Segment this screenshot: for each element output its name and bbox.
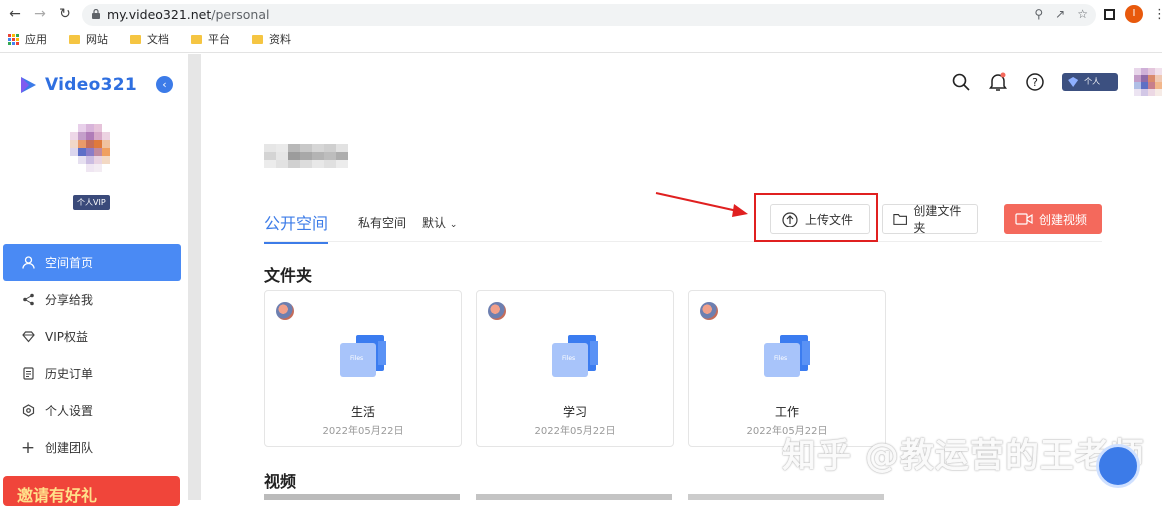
folder-outline-icon <box>893 213 907 225</box>
video-thumbnails-row <box>264 494 1162 500</box>
svg-text:Files: Files <box>350 355 363 362</box>
folders-section-title: 文件夹 <box>264 266 313 285</box>
header-toolbar: ? 个人VIP <box>950 68 1162 104</box>
plus-icon: + <box>20 437 36 458</box>
svg-text:Files: Files <box>562 355 575 362</box>
sidebar-item-label: 空间首页 <box>45 256 94 270</box>
vip-badge: 个人VIP <box>73 195 110 210</box>
settings-icon <box>21 404 35 418</box>
menu-dots-icon[interactable]: ⋮ <box>1153 7 1162 22</box>
notification-bell-icon[interactable] <box>987 71 1008 93</box>
sidebar-item-label: 历史订单 <box>45 367 94 381</box>
folder-list: Files 生活 2022年05月22日 Files 学习 2022年05月22… <box>264 290 886 447</box>
sort-dropdown[interactable]: 默认 ⌄ <box>422 214 457 231</box>
profile-avatar[interactable]: I <box>1125 5 1143 23</box>
forward-icon[interactable]: → <box>31 5 49 23</box>
share-page-icon[interactable]: ↗ <box>1055 7 1065 21</box>
space-name-redacted <box>264 144 358 168</box>
owner-avatar <box>488 302 506 320</box>
folder-date: 2022年05月22日 <box>322 426 404 437</box>
sidebar-item-label: 个人设置 <box>45 404 94 418</box>
folder-card[interactable]: Files 生活 2022年05月22日 <box>264 290 462 447</box>
sidebar-item-create-team[interactable]: + 创建团队 <box>3 429 181 466</box>
user-icon <box>21 256 35 270</box>
bookmark-folder[interactable]: 网站 <box>69 31 108 47</box>
videos-section-title: 视频 <box>264 472 297 491</box>
owner-avatar <box>700 302 718 320</box>
owner-avatar <box>276 302 294 320</box>
floating-help-button[interactable] <box>1096 444 1140 488</box>
folder-file-icon: Files <box>340 335 386 377</box>
search-icon[interactable] <box>950 71 971 93</box>
create-folder-button[interactable]: 创建文件夹 <box>882 204 978 235</box>
sidebar-item-shared[interactable]: 分享给我 <box>3 281 181 318</box>
sidebar-item-orders[interactable]: 历史订单 <box>3 355 181 392</box>
extension-icon[interactable] <box>1104 8 1115 20</box>
share-icon <box>21 293 35 307</box>
sidebar-item-label: VIP权益 <box>45 330 88 344</box>
bookmark-star-icon[interactable]: ☆ <box>1077 7 1088 21</box>
svg-text:Files: Files <box>774 355 787 362</box>
zoom-icon[interactable]: ⚲ <box>1034 7 1043 21</box>
chevron-down-icon: ⌄ <box>449 220 458 230</box>
bookmarks-bar: 应用 网站 文档 平台 资料 <box>8 31 313 47</box>
collapse-sidebar-button[interactable]: ‹ <box>156 76 173 93</box>
video-logo-icon <box>21 77 36 93</box>
folder-file-icon: Files <box>552 335 598 377</box>
create-video-button[interactable]: 创建视频 <box>1004 204 1102 234</box>
sidebar-item-settings[interactable]: 个人设置 <box>3 392 181 429</box>
folder-icon <box>252 34 263 44</box>
logo[interactable]: Video321 <box>17 74 137 96</box>
annotation-arrow <box>655 192 748 217</box>
avatar[interactable] <box>70 124 118 172</box>
bookmark-folder[interactable]: 文档 <box>130 31 169 47</box>
vip-status-badge[interactable]: 个人VIP <box>1062 73 1118 104</box>
sidebar-item-label: 分享给我 <box>45 293 94 307</box>
folder-file-icon: Files <box>764 335 810 377</box>
folder-icon <box>69 34 80 44</box>
reload-icon[interactable]: ↻ <box>56 5 74 23</box>
help-icon[interactable]: ? <box>1025 71 1046 93</box>
bookmark-apps[interactable]: 应用 <box>8 31 47 47</box>
order-icon <box>21 367 35 381</box>
sidebar: Video321 ‹ 个人VIP 空间首页 分享给我 VIP权益 历史订单 个人… <box>0 54 188 506</box>
back-icon[interactable]: ← <box>6 5 24 23</box>
diamond-icon <box>21 330 35 344</box>
promo-banner[interactable]: 邀请有好礼 <box>3 476 180 506</box>
sidebar-item-home[interactable]: 空间首页 <box>3 244 181 281</box>
browser-chrome: ← → ↻ my.video321.net/personal ⚲ ↗ ☆ I ⋮… <box>0 0 1162 53</box>
folder-icon <box>191 34 202 44</box>
main-content: ? 个人VIP 公开空间 私有空间 默认 ⌄ 上传文件 创建文件夹 创建视频 文… <box>202 54 1162 500</box>
tab-private-space[interactable]: 私有空间 <box>358 214 406 231</box>
url-text: my.video321.net/personal <box>107 7 270 22</box>
sidebar-scrollbar[interactable] <box>188 54 201 500</box>
watermark-text: 知乎 @教运营的王老师 <box>782 436 1145 476</box>
apps-grid-icon <box>8 33 19 45</box>
header-avatar[interactable] <box>1133 68 1162 96</box>
lock-icon <box>92 9 100 19</box>
bookmark-folder[interactable]: 资料 <box>252 31 291 47</box>
video-camera-icon <box>1015 213 1033 225</box>
svg-text:?: ? <box>1033 76 1039 89</box>
highlight-box <box>754 193 878 242</box>
tab-public-space[interactable]: 公开空间 <box>264 210 329 244</box>
folder-icon <box>130 34 141 44</box>
folder-card[interactable]: Files 学习 2022年05月22日 <box>476 290 674 447</box>
sidebar-item-label: 创建团队 <box>45 441 94 455</box>
sidebar-menu: 空间首页 分享给我 VIP权益 历史订单 个人设置 + 创建团队 <box>3 244 181 466</box>
sidebar-item-vip[interactable]: VIP权益 <box>3 318 181 355</box>
address-bar[interactable]: my.video321.net/personal ⚲ ↗ ☆ <box>82 4 1096 26</box>
folder-name: 生活 <box>350 405 375 419</box>
folder-name: 学习 <box>562 405 587 419</box>
folder-card[interactable]: Files 工作 2022年05月22日 <box>688 290 886 447</box>
bookmark-folder[interactable]: 平台 <box>191 31 230 47</box>
folder-name: 工作 <box>774 405 799 419</box>
folder-date: 2022年05月22日 <box>534 426 616 437</box>
